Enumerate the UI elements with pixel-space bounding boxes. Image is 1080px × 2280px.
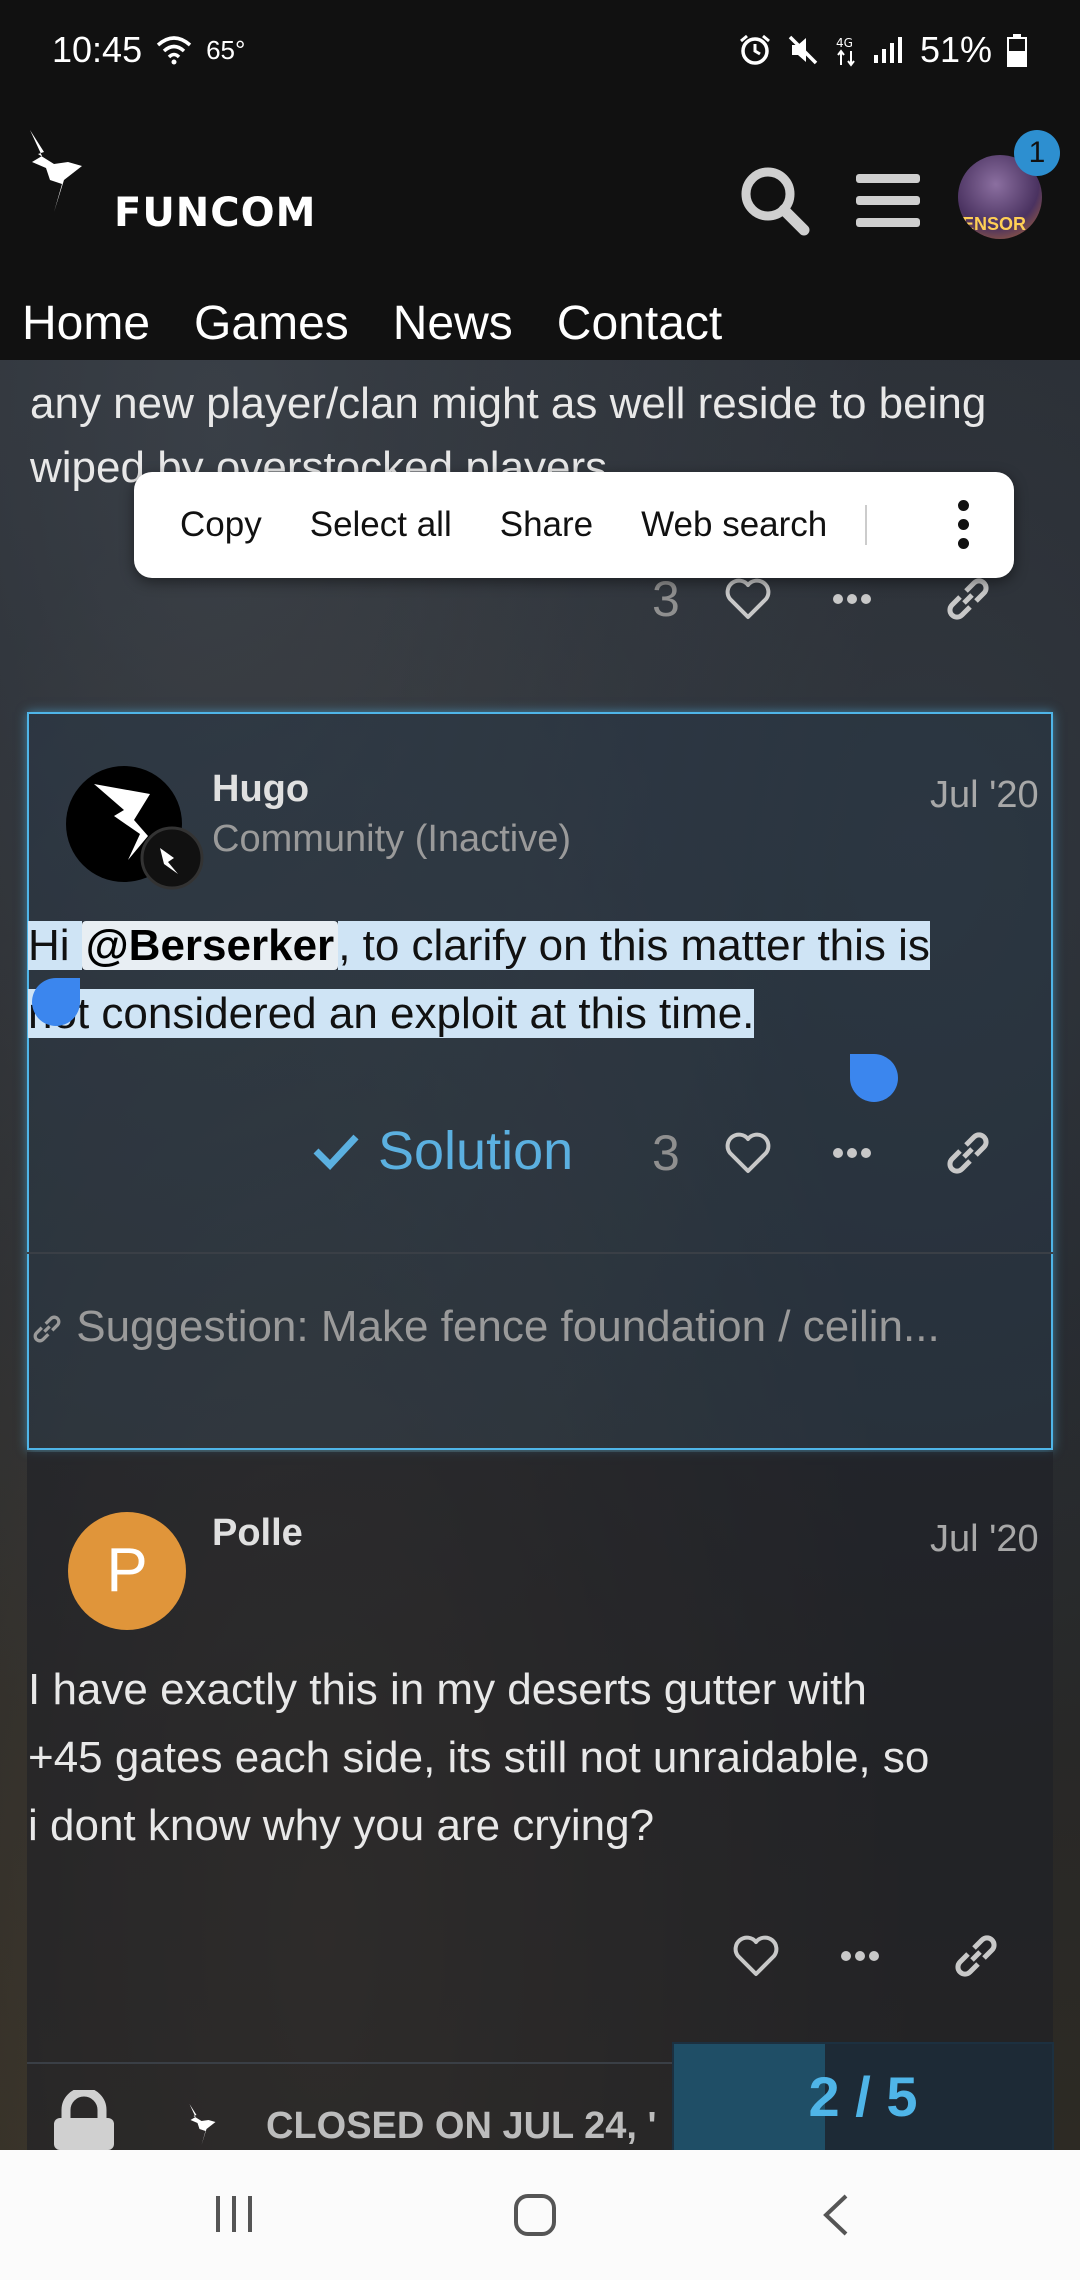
nav-games[interactable]: Games xyxy=(194,296,349,351)
link-icon[interactable] xyxy=(942,1127,994,1179)
staff-stag-icon xyxy=(189,2104,216,2145)
hugo-avatar[interactable] xyxy=(64,764,208,894)
linked-topic[interactable]: Suggestion: Make fence foundation / ceil… xyxy=(30,1302,940,1352)
closed-notice: CLOSED ON JUL 24, ' xyxy=(266,2105,657,2147)
recents-icon[interactable] xyxy=(212,2192,256,2236)
web-search-menu-item[interactable]: Web search xyxy=(641,505,827,545)
system-nav-bar xyxy=(0,2150,1080,2280)
checkmark-icon xyxy=(313,1134,359,1171)
selected-text-line2: not considered an exploit at this time. xyxy=(28,989,755,1038)
nav-news[interactable]: News xyxy=(393,296,513,351)
mute-icon xyxy=(788,35,818,65)
post-date[interactable]: Jul '20 xyxy=(930,1518,1039,1561)
post-author-hugo[interactable]: Hugo xyxy=(212,768,309,811)
user-title: Community (Inactive) xyxy=(212,818,571,860)
back-icon[interactable] xyxy=(818,2192,854,2238)
site-header: FUNCOM ENSOR 1 Home Games News Contact xyxy=(0,100,1080,360)
selected-text-prefix: Hi xyxy=(28,921,82,970)
clock: 10:45 xyxy=(52,29,143,70)
polle-line-2: +45 gates each side, its still not unrai… xyxy=(28,1733,930,1782)
selection-start-handle[interactable] xyxy=(32,978,80,1026)
like-count: 3 xyxy=(652,1125,680,1181)
hugo-post-body: Hi @Berserker, to clarify on this matter… xyxy=(28,912,1048,1048)
post-date[interactable]: Jul '20 xyxy=(930,774,1039,817)
polle-avatar[interactable]: P xyxy=(68,1512,186,1630)
nav-contact[interactable]: Contact xyxy=(557,296,722,351)
stag-logo-icon xyxy=(30,130,82,212)
link-icon[interactable] xyxy=(942,573,994,625)
search-icon[interactable] xyxy=(734,160,814,240)
temperature: 65° xyxy=(206,34,246,65)
alarm-icon xyxy=(739,34,770,65)
like-count: 3 xyxy=(652,571,680,627)
battery-percent: 51% xyxy=(919,29,992,70)
lock-icon xyxy=(54,2090,114,2150)
polle-line-1: I have exactly this in my deserts gutter… xyxy=(28,1665,867,1714)
avatar-text: ENSOR xyxy=(962,214,1027,234)
more-options-icon[interactable] xyxy=(958,500,970,557)
menu-separator xyxy=(865,505,868,545)
more-dots-icon[interactable] xyxy=(826,1127,878,1179)
polle-post-body: I have exactly this in my deserts gutter… xyxy=(28,1656,1048,1860)
hugo-post-actions: 3 xyxy=(652,1124,994,1182)
linked-topic-title: Suggestion: Make fence foundation / ceil… xyxy=(76,1302,940,1351)
share-menu-item[interactable]: Share xyxy=(500,505,593,545)
funcom-logo[interactable]: FUNCOM xyxy=(24,122,334,236)
post-author-polle[interactable]: Polle xyxy=(212,1512,303,1555)
topic-progress[interactable]: 2 / 5 xyxy=(672,2042,1054,2152)
data-icon: 4G xyxy=(836,36,855,67)
heart-icon[interactable] xyxy=(722,1127,774,1179)
heart-icon[interactable] xyxy=(730,1930,782,1982)
previous-post-actions: 3 xyxy=(652,570,994,628)
main-nav: Home Games News Contact xyxy=(22,296,722,351)
solution-button[interactable]: Solution xyxy=(312,1120,573,1182)
mention-berserker[interactable]: @Berserker xyxy=(81,921,339,970)
polle-post-actions xyxy=(730,1930,1002,1982)
menu-icon[interactable] xyxy=(848,160,928,240)
progress-text: 2 / 5 xyxy=(808,2065,918,2128)
home-icon[interactable] xyxy=(512,2192,558,2238)
notification-badge[interactable]: 1 xyxy=(1014,130,1060,176)
nav-home[interactable]: Home xyxy=(22,296,150,351)
more-dots-icon[interactable] xyxy=(826,573,878,625)
heart-icon[interactable] xyxy=(722,573,774,625)
logo-text: FUNCOM xyxy=(114,190,317,236)
polle-line-3: i dont know why you are crying? xyxy=(28,1801,655,1850)
post-divider xyxy=(27,1252,1053,1254)
selection-end-handle[interactable] xyxy=(850,1054,898,1102)
text-selection-menu: Copy Select all Share Web search xyxy=(134,472,1014,578)
wifi-icon xyxy=(156,36,192,65)
more-dots-icon[interactable] xyxy=(834,1930,886,1982)
copy-menu-item[interactable]: Copy xyxy=(180,505,262,545)
solution-label: Solution xyxy=(378,1121,574,1181)
battery-icon xyxy=(1007,34,1027,67)
selected-text-line1: , to clarify on this matter this is xyxy=(338,921,930,970)
signal-icon xyxy=(873,37,902,63)
link-icon[interactable] xyxy=(950,1930,1002,1982)
status-bar: 10:45 65° 4G 51% xyxy=(0,0,1080,100)
select-all-menu-item[interactable]: Select all xyxy=(310,505,452,545)
svg-text:4G: 4G xyxy=(836,36,853,50)
link-icon xyxy=(33,1315,61,1343)
